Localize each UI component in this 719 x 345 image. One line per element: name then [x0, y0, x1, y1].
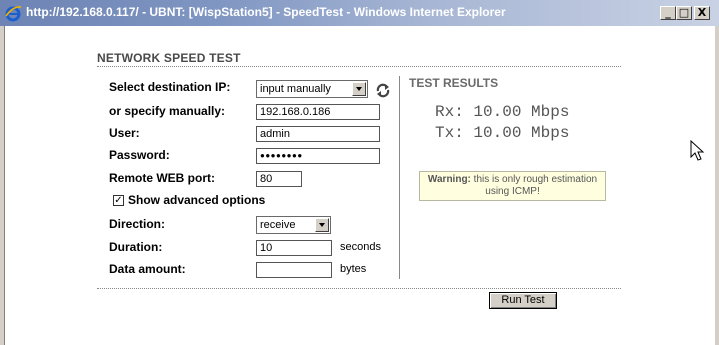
port-input[interactable]: 80	[256, 171, 302, 187]
section-title: NETWORK SPEED TEST	[97, 51, 241, 65]
warning-box: Warning: this is only rough estimation u…	[419, 171, 606, 201]
manual-ip-input[interactable]: 192.168.0.186	[256, 104, 380, 120]
close-button[interactable]: X	[694, 6, 710, 20]
manual-ip-label: or specify manually:	[109, 104, 226, 118]
password-input[interactable]: ●●●●●●●●	[256, 148, 380, 164]
mouse-cursor-icon	[690, 140, 705, 161]
run-test-button[interactable]: Run Test	[489, 292, 557, 309]
refresh-icon[interactable]	[375, 82, 391, 98]
rx-rate: Rx: 10.00 Mbps	[435, 103, 570, 121]
direction-select-value: receive	[260, 219, 296, 231]
duration-label: Duration:	[109, 240, 163, 254]
chevron-down-icon	[352, 82, 366, 96]
results-title: TEST RESULTS	[409, 76, 499, 90]
maximize-button[interactable]: □	[676, 6, 692, 20]
user-label: User:	[109, 126, 140, 140]
top-divider	[97, 66, 621, 67]
duration-unit: seconds	[340, 241, 381, 253]
data-amount-label: Data amount:	[109, 262, 186, 276]
user-input[interactable]: admin	[256, 126, 380, 142]
bottom-divider	[97, 288, 621, 289]
duration-input[interactable]: 10	[256, 240, 332, 256]
dest-ip-select[interactable]: input manually	[256, 80, 368, 98]
data-amount-unit: bytes	[340, 263, 367, 275]
advanced-options-label[interactable]: Show advanced options	[128, 193, 265, 207]
warning-text: this is only rough estimation using ICMP…	[470, 174, 598, 197]
data-amount-input[interactable]	[256, 262, 332, 278]
minimize-button[interactable]: _	[660, 6, 676, 20]
warning-label: Warning:	[427, 174, 471, 185]
page-content: NETWORK SPEED TEST Select destination IP…	[4, 26, 715, 345]
dest-ip-select-value: input manually	[260, 83, 331, 95]
dest-ip-label: Select destination IP:	[109, 80, 231, 94]
port-label: Remote WEB port:	[109, 171, 215, 185]
window-title: http://192.168.0.117/ - UBNT: [WispStati…	[26, 5, 506, 19]
title-bar[interactable]: http://192.168.0.117/ - UBNT: [WispStati…	[0, 0, 719, 26]
ie-icon	[5, 6, 22, 22]
chevron-down-icon	[315, 218, 329, 232]
password-label: Password:	[109, 148, 170, 162]
browser-window: http://192.168.0.117/ - UBNT: [WispStati…	[0, 0, 719, 345]
tx-rate: Tx: 10.00 Mbps	[435, 124, 570, 142]
direction-select[interactable]: receive	[256, 216, 331, 234]
advanced-options-checkbox[interactable]: ✓	[113, 195, 124, 206]
column-divider	[399, 76, 400, 279]
direction-label: Direction:	[109, 217, 166, 231]
